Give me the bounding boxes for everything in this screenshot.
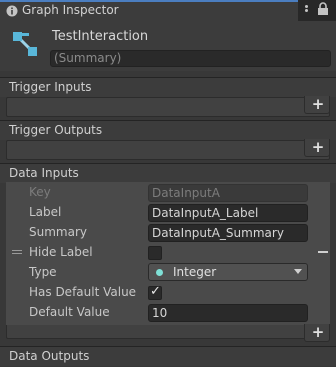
label-label: Label (29, 205, 62, 219)
graph-header: TestInteraction (Summary) (0, 21, 336, 71)
add-data-input-button[interactable]: + (304, 323, 330, 342)
hide-label-label: Hide Label (29, 245, 93, 259)
add-trigger-output-button[interactable]: + (304, 138, 330, 157)
remove-item-button[interactable] (318, 251, 328, 253)
section-data-outputs[interactable]: Data Outputs (0, 347, 336, 366)
info-icon (6, 5, 18, 17)
key-field: DataInputA (148, 184, 308, 202)
drag-handle-icon[interactable] (12, 250, 22, 256)
key-label: Key (29, 185, 51, 199)
graph-summary-field[interactable]: (Summary) (50, 50, 331, 67)
window-tab-bar: Graph Inspector (0, 0, 336, 21)
graph-node-icon (13, 32, 37, 56)
label-field[interactable]: DataInputA_Label (148, 204, 308, 222)
checkmark-icon: ✓ (150, 284, 161, 299)
trigger-outputs-list (6, 140, 330, 160)
tab-graph-inspector[interactable]: Graph Inspector (0, 0, 298, 21)
type-label: Type (29, 265, 57, 279)
section-label: Trigger Outputs (9, 123, 103, 137)
has-default-label: Has Default Value (29, 285, 137, 299)
section-trigger-inputs[interactable]: Trigger Inputs (0, 78, 336, 97)
trigger-inputs-list (6, 97, 330, 117)
kebab-menu-icon[interactable] (301, 4, 312, 16)
summary-field[interactable]: DataInputA_Summary (148, 224, 308, 242)
section-trigger-outputs[interactable]: Trigger Outputs (0, 121, 336, 140)
default-value-label: Default Value (29, 305, 110, 319)
graph-title: TestInteraction (52, 29, 149, 44)
section-label: Data Outputs (9, 349, 90, 363)
type-dropdown[interactable]: Integer (148, 263, 308, 281)
default-value-field[interactable]: 10 (148, 304, 308, 322)
has-default-checkbox[interactable]: ✓ (148, 284, 162, 300)
plus-icon: + (311, 95, 325, 113)
add-trigger-input-button[interactable]: + (304, 95, 330, 114)
type-value: Integer (173, 265, 217, 279)
chevron-down-icon (294, 269, 302, 274)
plus-icon: + (311, 138, 325, 156)
lock-icon[interactable] (317, 2, 329, 19)
summary-label: Summary (29, 225, 87, 239)
section-label: Trigger Inputs (9, 80, 92, 94)
hide-label-checkbox[interactable] (148, 246, 162, 260)
integer-type-icon (156, 269, 163, 276)
tab-title: Graph Inspector (22, 3, 119, 17)
section-data-inputs[interactable]: Data Inputs (0, 164, 336, 183)
section-label: Data Inputs (9, 166, 79, 180)
plus-icon: + (311, 323, 325, 341)
